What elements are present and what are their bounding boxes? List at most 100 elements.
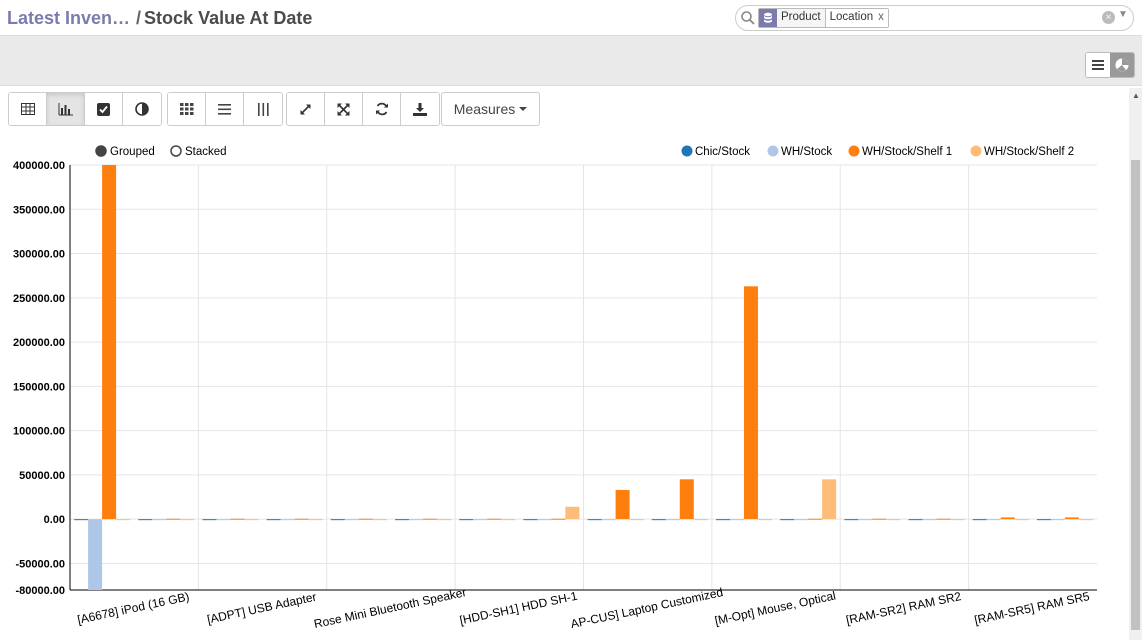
expand-all-button[interactable]	[325, 93, 363, 125]
bar-wh-stock[interactable]	[344, 519, 359, 521]
bar-wh-stock[interactable]	[88, 519, 103, 590]
y-tick-label: 350000.00	[13, 204, 65, 216]
search-facet[interactable]: Product Location x	[758, 8, 889, 28]
scroll-up-arrow-icon[interactable]: ▲	[1132, 91, 1140, 100]
breadcrumb-parent-link[interactable]: Latest Inven…	[7, 8, 130, 28]
legend-item[interactable]: WH/Stock	[767, 145, 833, 159]
bar-chic-stock[interactable]	[266, 519, 281, 521]
bar-wh-stock-shelf-2[interactable]	[693, 519, 708, 521]
bar-wh-stock[interactable]	[986, 519, 1001, 521]
checkbox-icon	[97, 102, 110, 116]
bar-wh-stock[interactable]	[537, 519, 552, 521]
mode-stacked-toggle[interactable]: Stacked	[170, 145, 227, 158]
bar-chic-stock[interactable]	[74, 519, 89, 521]
bar-chic-stock[interactable]	[395, 519, 410, 521]
bar-wh-stock-shelf-2[interactable]	[757, 519, 772, 521]
bar-wh-stock-shelf-1[interactable]	[294, 518, 309, 520]
bar-wh-stock-shelf-2[interactable]	[629, 519, 644, 521]
bar-chic-stock[interactable]	[972, 519, 987, 521]
search-box[interactable]: Product Location x × ▼	[735, 5, 1134, 31]
bar-wh-stock-shelf-2[interactable]	[1014, 519, 1029, 521]
bar-chic-stock[interactable]	[523, 519, 538, 521]
bar-wh-stock-shelf-2[interactable]	[308, 519, 323, 521]
bar-wh-stock-shelf-1[interactable]	[615, 489, 630, 520]
bar-wh-stock[interactable]	[216, 519, 231, 521]
bar-wh-stock-shelf-2[interactable]	[180, 519, 195, 521]
bar-wh-stock-shelf-2[interactable]	[244, 519, 259, 521]
refresh-button[interactable]	[363, 93, 401, 125]
pivot-table-button[interactable]	[9, 93, 47, 125]
bar-wh-stock-shelf-2[interactable]	[565, 506, 580, 520]
y-tick-label: -50000.00	[15, 558, 65, 570]
bar-wh-stock-shelf-1[interactable]	[487, 518, 502, 520]
bar-wh-stock-shelf-2[interactable]	[822, 479, 837, 520]
graph-view-button[interactable]	[1110, 53, 1134, 77]
bar-chart: 400000.00 350000.00 300000.00 250000.00 2000…	[13, 145, 1097, 631]
bar-wh-stock-shelf-1[interactable]	[872, 518, 887, 520]
bar-wh-stock-shelf-2[interactable]	[437, 519, 452, 521]
bar-wh-stock-shelf-1[interactable]	[936, 518, 951, 520]
bar-chic-stock[interactable]	[459, 519, 474, 521]
clear-search-icon[interactable]: ×	[1102, 11, 1115, 24]
measures-dropdown[interactable]: Measures	[441, 92, 540, 126]
pie-chart-button[interactable]	[123, 93, 161, 125]
bar-wh-stock-shelf-1[interactable]	[1064, 517, 1079, 520]
flip-axis-button[interactable]	[287, 93, 325, 125]
bar-wh-stock-shelf-2[interactable]	[116, 519, 131, 521]
legend-item[interactable]: Chic/Stock	[681, 145, 751, 159]
search-options-caret-icon[interactable]: ▼	[1118, 9, 1128, 20]
bar-chic-stock[interactable]	[780, 519, 795, 521]
bar-chic-stock[interactable]	[651, 519, 666, 521]
bar-wh-stock[interactable]	[280, 519, 295, 521]
bar-chic-stock[interactable]	[330, 519, 345, 521]
bar-wh-stock-shelf-1[interactable]	[679, 479, 694, 520]
bar-wh-stock[interactable]	[794, 519, 809, 521]
bar-wh-stock[interactable]	[922, 519, 937, 521]
y-tick-label: -80000.00	[15, 585, 65, 597]
rows-layout-button[interactable]	[206, 93, 244, 125]
bar-wh-stock-shelf-2[interactable]	[1078, 519, 1093, 521]
legend-item[interactable]: WH/Stock/Shelf 2	[970, 145, 1075, 159]
bar-wh-stock-shelf-1[interactable]	[230, 518, 245, 520]
scrollbar-thumb[interactable]	[1131, 160, 1140, 630]
bar-wh-stock-shelf-2[interactable]	[501, 519, 516, 521]
bar-wh-stock[interactable]	[665, 519, 680, 521]
bar-chic-stock[interactable]	[138, 519, 153, 521]
columns-layout-button[interactable]	[244, 93, 282, 125]
bar-wh-stock-shelf-1[interactable]	[743, 286, 758, 520]
bar-chic-stock[interactable]	[587, 519, 602, 521]
bar-wh-stock[interactable]	[1050, 519, 1065, 521]
mode-grouped-toggle[interactable]: Grouped	[95, 145, 155, 158]
download-button[interactable]	[401, 93, 439, 125]
bar-wh-stock-shelf-1[interactable]	[808, 518, 823, 520]
svg-text:Grouped: Grouped	[110, 146, 155, 158]
bar-chic-stock[interactable]	[908, 519, 923, 521]
bar-chic-stock[interactable]	[715, 519, 730, 521]
bar-wh-stock[interactable]	[729, 519, 744, 521]
bar-wh-stock-shelf-2[interactable]	[372, 519, 387, 521]
bar-wh-stock-shelf-2[interactable]	[950, 519, 965, 521]
bar-wh-stock[interactable]	[152, 519, 167, 521]
bar-chart-button[interactable]	[47, 93, 85, 125]
bar-wh-stock[interactable]	[601, 519, 616, 521]
bar-chic-stock[interactable]	[844, 519, 859, 521]
scrollbar[interactable]: ▲	[1129, 88, 1142, 640]
bar-chic-stock[interactable]	[1036, 519, 1051, 521]
bar-wh-stock-shelf-2[interactable]	[886, 519, 901, 521]
bar-wh-stock[interactable]	[473, 519, 488, 521]
bar-wh-stock-shelf-1[interactable]	[166, 518, 181, 520]
legend-item[interactable]: WH/Stock/Shelf 1	[848, 145, 953, 159]
line-chart-button[interactable]	[85, 93, 123, 125]
bar-wh-stock[interactable]	[858, 519, 873, 521]
bar-wh-stock-shelf-1[interactable]	[358, 518, 373, 520]
bar-chic-stock[interactable]	[202, 519, 217, 521]
facet-remove-button[interactable]: x	[878, 11, 884, 23]
action-group	[286, 92, 440, 126]
list-view-button[interactable]	[1086, 53, 1110, 77]
bar-wh-stock-shelf-1[interactable]	[1000, 517, 1015, 520]
grid-layout-button[interactable]	[168, 93, 206, 125]
bar-wh-stock-shelf-1[interactable]	[423, 518, 438, 520]
bar-wh-stock[interactable]	[409, 519, 424, 521]
bar-wh-stock-shelf-1[interactable]	[102, 165, 117, 520]
bar-wh-stock-shelf-1[interactable]	[551, 518, 566, 520]
